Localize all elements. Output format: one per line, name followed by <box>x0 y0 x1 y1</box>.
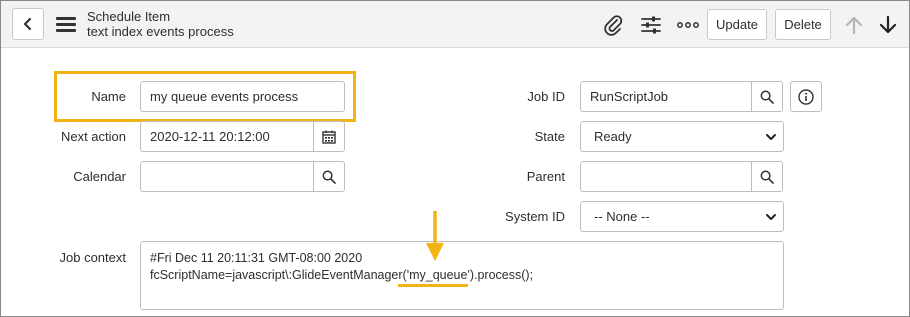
calendar-icon <box>322 130 336 144</box>
state-value: Ready <box>594 129 632 144</box>
next-action-label: Next action <box>60 129 126 144</box>
paperclip-icon[interactable] <box>601 13 625 37</box>
job-id-lookup-button[interactable] <box>751 81 783 112</box>
search-icon <box>760 90 774 104</box>
form-header: Schedule Item text index events process … <box>1 1 909 48</box>
system-id-select[interactable]: -- None -- <box>580 201 784 232</box>
system-id-value: -- None -- <box>594 209 650 224</box>
chevron-down-icon <box>766 214 776 220</box>
up-arrow-icon[interactable] <box>842 13 866 37</box>
job-context-line-1: #Fri Dec 11 20:11:31 GMT-08:00 2020 <box>150 251 363 265</box>
job-context-line-2: fcScriptName=javascript\:GlideEventManag… <box>150 268 534 282</box>
parent-label: Parent <box>526 169 565 184</box>
next-action-field[interactable]: 2020-12-11 20:12:00 <box>140 121 315 152</box>
search-icon <box>322 170 336 184</box>
hamburger-icon[interactable] <box>56 17 76 32</box>
delete-button[interactable]: Delete <box>775 9 831 40</box>
chevron-down-icon <box>766 134 776 140</box>
parent-field[interactable] <box>580 161 753 192</box>
info-icon <box>798 88 814 105</box>
annotation-arrow-icon <box>426 211 444 261</box>
page-title: Schedule Item <box>87 9 171 24</box>
calendar-lookup-button[interactable] <box>313 161 345 192</box>
job-id-label: Job ID <box>527 89 565 104</box>
page-subtitle: text index events process <box>87 24 234 39</box>
back-icon <box>23 17 32 31</box>
back-button[interactable] <box>12 8 44 40</box>
down-arrow-icon[interactable] <box>876 13 900 37</box>
annotation-underline <box>398 284 468 287</box>
job-context-textarea[interactable]: #Fri Dec 11 20:11:31 GMT-08:00 2020 fcSc… <box>140 241 784 310</box>
name-label: Name <box>91 89 126 104</box>
calendar-field[interactable] <box>140 161 315 192</box>
search-icon <box>760 170 774 184</box>
update-button[interactable]: Update <box>707 9 767 40</box>
calendar-picker-button[interactable] <box>313 121 345 152</box>
more-icon[interactable] <box>676 13 700 37</box>
name-field[interactable]: my queue events process <box>140 81 345 112</box>
calendar-label: Calendar <box>73 169 126 184</box>
parent-lookup-button[interactable] <box>751 161 783 192</box>
info-button[interactable] <box>790 81 822 112</box>
state-select[interactable]: Ready <box>580 121 784 152</box>
sliders-icon[interactable] <box>639 13 663 37</box>
job-context-label: Job context <box>59 250 127 265</box>
title-block: Schedule Item text index events process <box>87 9 234 39</box>
state-label: State <box>534 129 565 144</box>
job-id-field[interactable]: RunScriptJob <box>580 81 753 112</box>
system-id-label: System ID <box>505 209 565 224</box>
